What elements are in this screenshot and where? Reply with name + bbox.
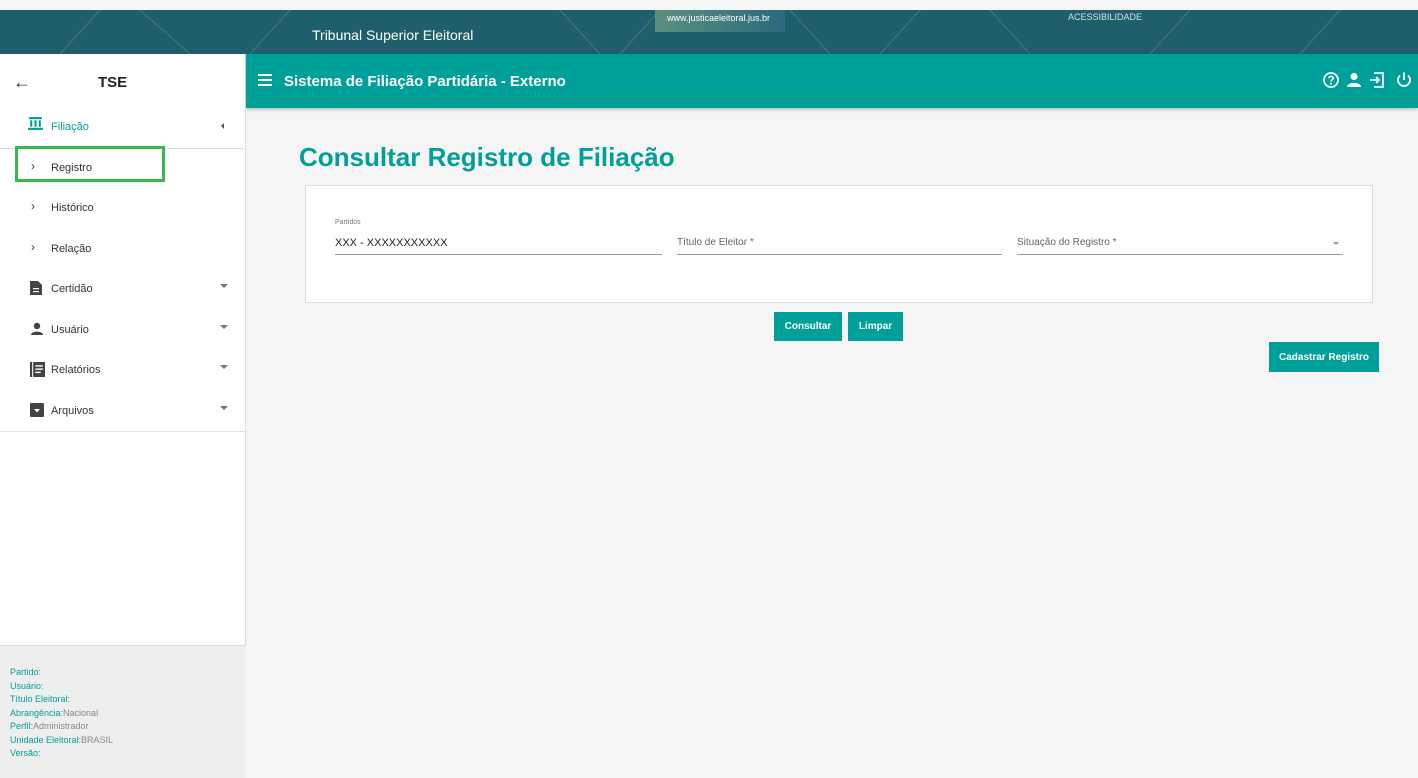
person-icon (31, 322, 43, 335)
partidos-label: Partidos (335, 219, 361, 226)
consultar-button[interactable]: Consultar (774, 312, 842, 341)
sidebar: ← TSE Filiação › Registro › Histórico › … (0, 54, 246, 778)
sidebar-item-label: Certidão (51, 283, 93, 295)
sidebar-item-label: Relatórios (51, 364, 101, 376)
search-form-card: Partidos XXX - XXXXXXXXXXX Título de Ele… (305, 185, 1373, 303)
divider (0, 431, 246, 432)
menu-icon[interactable] (258, 74, 272, 86)
titulo-row: Título Eleitoral: (10, 694, 71, 704)
titulo-eleitor-field[interactable]: Título de Eleitor * (677, 229, 1002, 255)
bank-icon (28, 117, 43, 130)
app-header: Sistema de Filiação Partidária - Externo (246, 54, 1418, 108)
accessibility-link[interactable]: ACESSIBILIDADE (1068, 12, 1142, 22)
dropdown-arrow-icon (1333, 242, 1339, 245)
caret-down-icon (220, 325, 228, 329)
sidebar-item-label: Histórico (51, 202, 94, 214)
versao-row: Versão: (10, 748, 41, 758)
caret-down-icon (220, 406, 228, 410)
usuario-row: Usuário: (10, 680, 44, 691)
sidebar-item-usuario[interactable]: Usuário (0, 310, 246, 350)
sidebar-item-label: Arquivos (51, 405, 94, 417)
sidebar-item-relacao[interactable]: › Relação (0, 229, 246, 269)
power-icon[interactable] (1395, 71, 1413, 89)
sidebar-item-arquivos[interactable]: Arquivos (0, 391, 246, 431)
sidebar-item-historico[interactable]: › Histórico (0, 188, 246, 228)
selection-highlight (15, 146, 165, 182)
partidos-field[interactable]: Partidos XXX - XXXXXXXXXXX (335, 219, 662, 255)
sidebar-header: ← TSE (0, 54, 245, 108)
archive-icon (30, 403, 44, 417)
sidebar-item-filiacao[interactable]: Filiação (0, 107, 246, 147)
sidebar-title: TSE (98, 74, 128, 91)
limpar-button[interactable]: Limpar (848, 312, 903, 341)
arrow-left-icon[interactable]: ← (13, 72, 31, 93)
caret-down-icon (220, 365, 228, 369)
titulo-eleitor-placeholder: Título de Eleitor * (677, 237, 754, 248)
gov-bar: Tribunal Superior Eleitoral www.justicae… (0, 10, 1418, 54)
partido-row: Partido: (10, 667, 42, 677)
chevron-right-icon: › (31, 199, 35, 213)
unidade-row: Unidade Eleitoral:BRASIL (10, 734, 114, 745)
sidebar-item-label: Usuário (51, 324, 89, 336)
app-title: Sistema de Filiação Partidária - Externo (284, 73, 566, 90)
caret-down-icon (220, 284, 228, 288)
abrangencia-row: Abrangência:Nacional (10, 707, 99, 718)
sidebar-item-certidao[interactable]: Certidão (0, 269, 246, 309)
page-title: Consultar Registro de Filiação (299, 142, 675, 172)
perfil-row: Perfil:Administrador (10, 721, 89, 731)
help-icon[interactable] (1322, 71, 1340, 89)
document-icon (30, 281, 42, 295)
sidebar-item-label: Relação (51, 243, 92, 255)
login-icon[interactable] (1368, 71, 1386, 89)
situacao-registro-select[interactable]: Situação do Registro * (1017, 229, 1343, 255)
report-icon (30, 362, 45, 377)
user-info-panel: Partido: Usuário: Título Eleitoral: Abra… (0, 645, 246, 778)
user-icon[interactable] (1345, 71, 1363, 89)
gov-title: Tribunal Superior Eleitoral (312, 27, 474, 43)
chevron-right-icon: › (31, 240, 35, 254)
partidos-value: XXX - XXXXXXXXXXX (335, 237, 448, 249)
sidebar-item-label: Filiação (51, 121, 89, 133)
sidebar-item-relatorios[interactable]: Relatórios (0, 350, 246, 390)
situacao-registro-placeholder: Situação do Registro * (1017, 237, 1117, 248)
cadastrar-registro-button[interactable]: Cadastrar Registro (1269, 342, 1379, 372)
justica-eleitoral-link[interactable]: www.justicaeleitoral.jus.br (655, 10, 785, 32)
caret-left-icon (221, 123, 224, 129)
